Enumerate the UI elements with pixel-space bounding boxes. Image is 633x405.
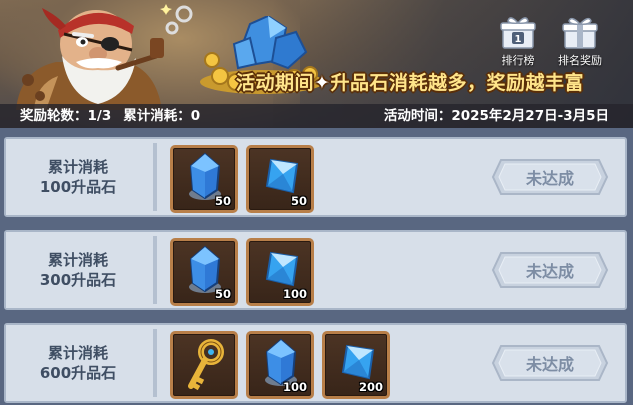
event-time-value: 2025年2月27日-3月5日	[451, 108, 609, 124]
row-divider	[153, 143, 157, 211]
sparkle-icon: ✦	[314, 72, 331, 94]
tier-requirement-line2: 100升品石	[39, 178, 117, 196]
round-value: 1/3	[87, 108, 112, 124]
tier-requirement: 累计消耗 100升品石	[6, 139, 150, 215]
claim-status-text: 未达成	[525, 262, 574, 281]
row-divider	[153, 236, 157, 304]
round-and-consumption: 奖励轮数：1/3 累计消耗：0	[20, 104, 200, 128]
tier-requirement-line2: 600升品石	[39, 364, 117, 382]
reward-item-blue-stone[interactable]: 50	[170, 238, 238, 306]
tier-requirement: 累计消耗 600升品石	[6, 325, 150, 401]
reward-quantity: 50	[290, 194, 307, 208]
claim-status-text: 未达成	[525, 355, 574, 374]
tier-requirement-line1: 累计消耗	[47, 344, 108, 362]
row-divider	[153, 329, 157, 397]
claim-status-button[interactable]: 未达成	[491, 251, 609, 289]
event-banner: 活动期间✦升品石消耗越多，奖励越丰富 1 排行榜 排名奖励 奖励轮数：1/3 累计…	[0, 0, 633, 128]
reward-quantity: 200	[358, 380, 383, 394]
reward-item-golden-key[interactable]	[170, 331, 238, 399]
event-time: 活动时间：2025年2月27日-3月5日	[384, 104, 609, 128]
reward-tier-row-3: 累计消耗 600升品石 100 200 未达成	[4, 323, 627, 403]
gift-box-icon	[562, 17, 598, 49]
event-time-label: 活动时间：	[383, 108, 452, 124]
reward-item-blue-stone[interactable]: 50	[170, 145, 238, 213]
reward-quantity: 50	[214, 287, 231, 301]
event-info-bar: 奖励轮数：1/3 累计消耗：0 活动时间：2025年2月27日-3月5日	[0, 104, 633, 128]
slogan-right-text: 升品石消耗越多，奖励越丰富	[330, 72, 584, 94]
tier-requirement-line1: 累计消耗	[47, 251, 108, 269]
golden-key-icon	[188, 339, 224, 391]
slogan-left-text: 活动期间	[236, 72, 315, 94]
event-slogan: 活动期间✦升品石消耗越多，奖励越丰富	[236, 68, 584, 95]
ranking-button[interactable]: 1 排行榜	[490, 16, 546, 70]
consumed-label: 累计消耗：	[123, 108, 191, 124]
tier-requirement-line2: 300升品石	[39, 271, 117, 289]
tier-requirement-line1: 累计消耗	[47, 158, 108, 176]
consumed-value: 0	[190, 108, 201, 124]
reward-item-blue-crystal[interactable]: 100	[246, 238, 314, 306]
claim-status-button[interactable]: 未达成	[491, 158, 609, 196]
reward-item-blue-stone[interactable]: 100	[246, 331, 314, 399]
svg-text:1: 1	[515, 34, 522, 45]
ranking-label: 排行榜	[501, 54, 535, 67]
reward-quantity: 50	[214, 194, 231, 208]
ranking-trophy-icon: 1	[500, 17, 536, 49]
rank-reward-label: 排名奖励	[558, 54, 602, 67]
reward-tier-row-2: 累计消耗 300升品石 50 100 未达成	[4, 230, 627, 310]
reward-item-blue-crystal[interactable]: 200	[322, 331, 390, 399]
round-label: 奖励轮数：	[20, 108, 88, 124]
tier-requirement: 累计消耗 300升品石	[6, 232, 150, 308]
claim-status-button[interactable]: 未达成	[491, 344, 609, 382]
reward-quantity: 100	[282, 380, 307, 394]
reward-item-blue-crystal[interactable]: 50	[246, 145, 314, 213]
reward-tier-row-1: 累计消耗 100升品石 50 50 未达成	[4, 137, 627, 217]
claim-status-text: 未达成	[525, 169, 574, 188]
pirate-character-illustration	[16, 4, 193, 110]
rank-reward-button[interactable]: 排名奖励	[552, 16, 608, 70]
reward-quantity: 100	[282, 287, 307, 301]
